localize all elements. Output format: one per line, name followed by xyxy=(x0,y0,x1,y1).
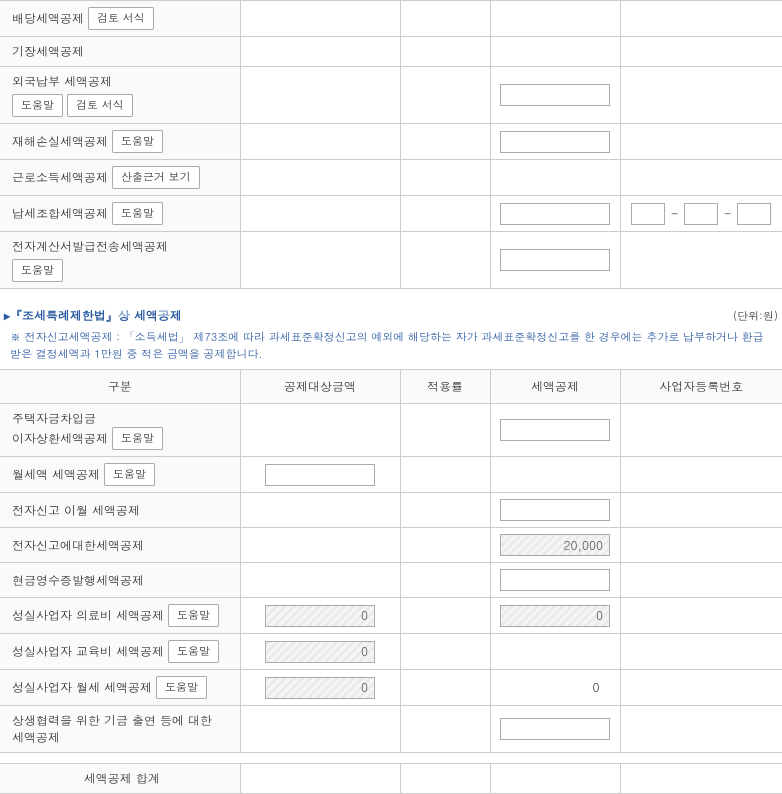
deduction-readonly xyxy=(500,534,610,556)
review-form-button[interactable]: 검토 서식 xyxy=(67,94,133,117)
total-table: 세액공제 합계 xyxy=(0,763,782,794)
label-text: 월세액 세액공제 xyxy=(12,466,100,483)
business-number-group: - - xyxy=(631,205,771,222)
label-text: 납세조합세액공제 xyxy=(12,205,108,222)
deduction-input[interactable] xyxy=(500,203,610,225)
deduction-input[interactable] xyxy=(500,499,610,521)
deduction-readonly xyxy=(500,605,610,627)
amount-readonly xyxy=(265,641,375,663)
unit-label: (단위:원) xyxy=(733,309,782,324)
label-text: 성실사업자 의료비 세액공제 xyxy=(12,607,164,624)
deduction-input[interactable] xyxy=(500,131,610,153)
row-efile-deduction-label: 전자신고에대한세액공제 xyxy=(0,528,240,563)
cell xyxy=(620,1,782,37)
label-text: 성실사업자 월세 세액공제 xyxy=(12,679,152,696)
header-rate: 적용률 xyxy=(400,370,490,404)
label-text: 전자신고 이월 세액공제 xyxy=(12,502,140,519)
label-text: 주택자금차입금 xyxy=(12,410,96,427)
header-amount: 공제대상금액 xyxy=(240,370,400,404)
dash: - xyxy=(724,205,731,222)
upper-deduction-table: 배당세액공제 검토 서식 기장세액공제 외국납부 세액공제 도움말 검토 서식 xyxy=(0,0,782,289)
deduction-input[interactable] xyxy=(500,84,610,106)
help-button[interactable]: 도움말 xyxy=(168,640,219,663)
label-text: 기장세액공제 xyxy=(12,43,84,60)
amount-readonly xyxy=(265,605,375,627)
bizno-part3[interactable] xyxy=(737,203,771,225)
row-mutual-fund-label: 상생협력을 위한 기금 출연 등에 대한 세액공제 xyxy=(0,706,240,753)
total-label: 세액공제 합계 xyxy=(0,764,240,794)
deduction-input[interactable] xyxy=(500,569,610,591)
help-button[interactable]: 도움말 xyxy=(12,259,63,282)
label-text: 재해손실세액공제 xyxy=(12,133,108,150)
row-foreign-label: 외국납부 세액공제 도움말 검토 서식 xyxy=(0,67,240,124)
header-gubun: 구분 xyxy=(0,370,240,404)
header-deduction: 세액공제 xyxy=(490,370,620,404)
help-button[interactable]: 도움말 xyxy=(112,130,163,153)
label-text: 전자신고에대한세액공제 xyxy=(12,537,144,554)
help-button[interactable]: 도움말 xyxy=(112,427,163,450)
amount-input[interactable] xyxy=(265,464,375,486)
label-text: 외국납부 세액공제 xyxy=(12,73,112,90)
label-text: 세액공제 합계 xyxy=(84,770,160,787)
row-earned-income-label: 근로소득세액공제 산출근거 보기 xyxy=(0,160,240,196)
row-monthly-rent-label: 월세액 세액공제 도움말 xyxy=(0,457,240,493)
row-disaster-label: 재해손실세액공제 도움말 xyxy=(0,124,240,160)
label-text: 성실사업자 교육비 세액공제 xyxy=(12,643,164,660)
bizno-part1[interactable] xyxy=(631,203,665,225)
label-text: 배당세액공제 xyxy=(12,10,84,27)
dash: - xyxy=(671,205,678,222)
row-honest-education-label: 성실사업자 교육비 세액공제 도움말 xyxy=(0,634,240,670)
cell xyxy=(240,1,400,37)
label-text: 전자계산서발급전송세액공제 xyxy=(12,238,168,255)
row-housing-loan-label: 주택자금차입금 이자상환세액공제 도움말 xyxy=(0,404,240,457)
row-efile-carryover-label: 전자신고 이월 세액공제 xyxy=(0,493,240,528)
label-text: 상생협력을 위한 기금 출연 등에 대한 xyxy=(12,712,212,729)
label-text: 이자상환세액공제 xyxy=(12,430,108,447)
deduction-value: 0 xyxy=(593,679,600,696)
row-cash-receipt-label: 현금영수증발행세액공제 xyxy=(0,563,240,598)
amount-readonly xyxy=(265,677,375,699)
lower-deduction-table: 구분 공제대상금액 적용률 세액공제 사업자등록번호 주택자금차입금 이자상환세… xyxy=(0,369,782,753)
view-basis-button[interactable]: 산출근거 보기 xyxy=(112,166,200,189)
help-button[interactable]: 도움말 xyxy=(168,604,219,627)
efile-note: ※ 전자신고세액공제 : 「소득세법」 제73조에 따라 과세표준확정신고의 예… xyxy=(0,328,782,369)
help-button[interactable]: 도움말 xyxy=(104,463,155,486)
row-tax-union-label: 납세조합세액공제 도움말 xyxy=(0,196,240,232)
cell xyxy=(490,1,620,37)
row-bookkeeping-label: 기장세액공제 xyxy=(0,37,240,67)
row-honest-rent-label: 성실사업자 월세 세액공제 도움말 xyxy=(0,670,240,706)
help-button[interactable]: 도움말 xyxy=(112,202,163,225)
bizno-part2[interactable] xyxy=(684,203,718,225)
label-text: 현금영수증발행세액공제 xyxy=(12,572,144,589)
label-text: 근로소득세액공제 xyxy=(12,169,108,186)
deduction-input[interactable] xyxy=(500,718,610,740)
deduction-input[interactable] xyxy=(500,249,610,271)
row-dividend-label: 배당세액공제 검토 서식 xyxy=(0,1,240,37)
help-button[interactable]: 도움말 xyxy=(156,676,207,699)
row-honest-medical-label: 성실사업자 의료비 세액공제 도움말 xyxy=(0,598,240,634)
deduction-input[interactable] xyxy=(500,419,610,441)
header-bizno: 사업자등록번호 xyxy=(620,370,782,404)
section-header: ▸『조세특례제한법』상 세액공제 (단위:원) xyxy=(0,307,782,324)
review-form-button[interactable]: 검토 서식 xyxy=(88,7,154,30)
section-title: ▸『조세특례제한법』상 세액공제 xyxy=(0,307,182,324)
cell xyxy=(400,1,490,37)
row-e-invoice-label: 전자계산서발급전송세액공제 도움말 xyxy=(0,232,240,289)
help-button[interactable]: 도움말 xyxy=(12,94,63,117)
